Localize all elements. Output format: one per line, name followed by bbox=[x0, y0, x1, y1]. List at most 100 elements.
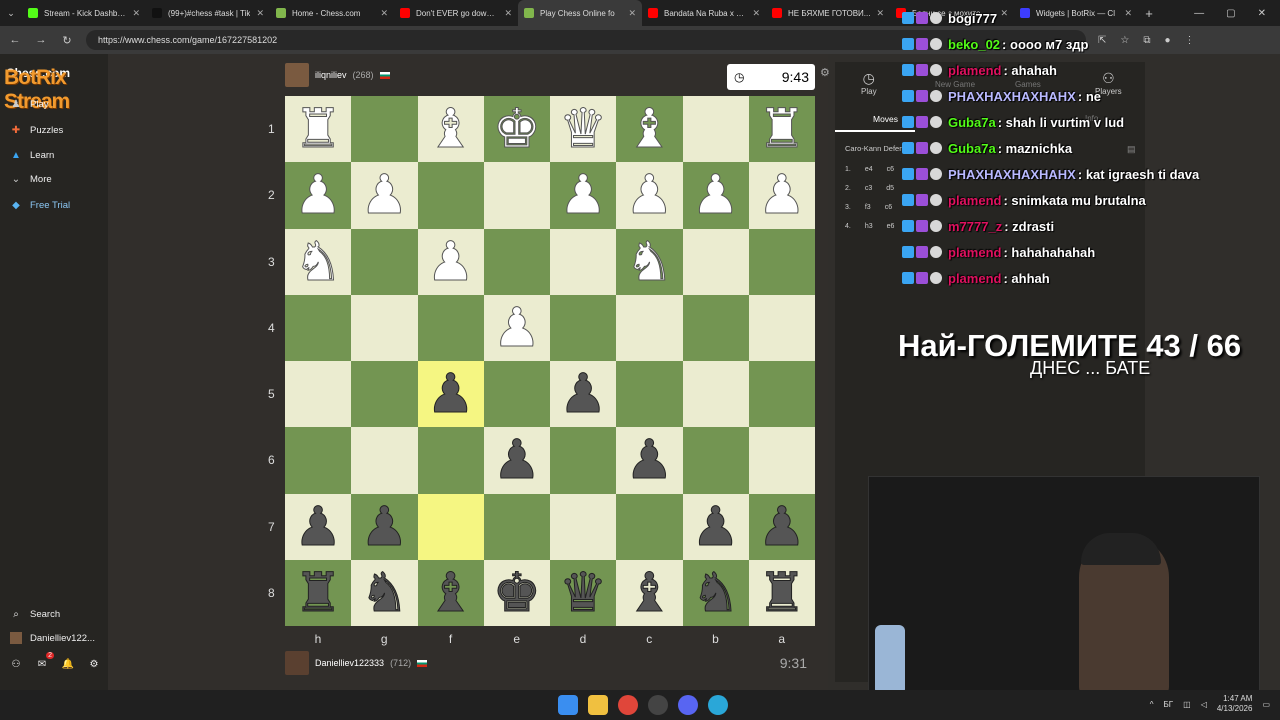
move-black[interactable]: e6 bbox=[887, 223, 895, 230]
board-square[interactable]: ♟ bbox=[748, 162, 815, 229]
board-square[interactable]: ♜ bbox=[285, 96, 352, 163]
menu-icon[interactable]: ⋮ bbox=[1185, 35, 1195, 46]
black-pawn-piece[interactable]: ♟ bbox=[757, 499, 806, 554]
browser-icon[interactable] bbox=[708, 695, 728, 715]
board-square[interactable] bbox=[285, 361, 352, 428]
move-black[interactable]: c6 bbox=[887, 166, 894, 173]
board-square[interactable]: ♟ bbox=[748, 493, 815, 560]
board-square[interactable]: ♞ bbox=[285, 228, 352, 295]
forward-icon[interactable]: → bbox=[34, 34, 48, 46]
board-settings-icon[interactable]: ⚙ bbox=[820, 66, 830, 79]
board-square[interactable] bbox=[351, 294, 418, 361]
discord-icon[interactable] bbox=[678, 695, 698, 715]
search-item[interactable]: ⌕ Search bbox=[10, 608, 60, 620]
sidebar-item-learn[interactable]: ▲ Learn bbox=[10, 149, 54, 161]
board-square[interactable] bbox=[682, 96, 749, 163]
board-square[interactable] bbox=[351, 427, 418, 494]
close-window-icon[interactable]: ✕ bbox=[1258, 8, 1266, 19]
tray-arrow-icon[interactable]: ^ bbox=[1150, 700, 1154, 709]
black-pawn-piece[interactable]: ♟ bbox=[625, 433, 674, 488]
move-white[interactable]: e4 bbox=[865, 166, 873, 173]
obs-icon[interactable] bbox=[648, 695, 668, 715]
board-square[interactable]: ♛ bbox=[550, 96, 617, 163]
profile-icon[interactable]: ● bbox=[1165, 35, 1171, 46]
white-king-piece[interactable]: ♚ bbox=[492, 102, 541, 157]
white-rook-piece[interactable]: ♜ bbox=[757, 102, 806, 157]
board-square[interactable]: ♟ bbox=[285, 162, 352, 229]
white-queen-piece[interactable]: ♛ bbox=[558, 102, 607, 157]
black-pawn-piece[interactable]: ♟ bbox=[691, 499, 740, 554]
notifications-icon[interactable]: ▭ bbox=[1262, 700, 1270, 709]
sidebar-item-free-trial[interactable]: ◆ Free Trial bbox=[10, 199, 70, 211]
board-square[interactable]: ♟ bbox=[483, 427, 550, 494]
close-tab-icon[interactable]: ✕ bbox=[504, 8, 512, 19]
board-square[interactable]: ♚ bbox=[483, 559, 550, 626]
board-square[interactable]: ♞ bbox=[616, 228, 683, 295]
new-tab-button[interactable]: + bbox=[1138, 6, 1160, 21]
browser-tab[interactable]: Widgets | BotRix — Cl ✕ bbox=[1014, 0, 1138, 26]
white-pawn-piece[interactable]: ♟ bbox=[293, 168, 342, 223]
language-indicator[interactable]: БГ bbox=[1164, 700, 1174, 709]
browser-tab[interactable]: Home - Chess.com ✕ bbox=[270, 0, 394, 26]
extensions-icon[interactable]: ⧉ bbox=[1143, 35, 1150, 46]
board-square[interactable] bbox=[483, 493, 550, 560]
chess-board[interactable]: ♜ ♝ ♚ ♛ ♝ ♜ ♟ ♟ ♟ ♟ ♟ ♟ ♞ ♟ ♞ ♟ ♟ ♟ ♟ ♟ ♟ ♟ ♟ ♟ ♜ ♞ ♝ ♚ ♛ ♝ ♞ ♜ bbox=[285, 96, 815, 626]
close-tab-icon[interactable]: ✕ bbox=[1000, 8, 1008, 19]
board-square[interactable]: ♝ bbox=[616, 559, 683, 626]
messages-icon[interactable]: ✉ 2 bbox=[36, 652, 54, 670]
board-square[interactable] bbox=[616, 493, 683, 560]
white-knight-piece[interactable]: ♞ bbox=[293, 234, 342, 289]
board-square[interactable]: ♟ bbox=[682, 162, 749, 229]
sidebar-item-play[interactable]: ♟ Play bbox=[10, 98, 49, 110]
copy-pgn-icon[interactable]: ▤ bbox=[1127, 144, 1136, 155]
board-square[interactable]: ♟ bbox=[351, 162, 418, 229]
network-icon[interactable]: ◫ bbox=[1183, 700, 1191, 709]
board-square[interactable] bbox=[550, 228, 617, 295]
board-square[interactable]: ♜ bbox=[285, 559, 352, 626]
black-rook-piece[interactable]: ♜ bbox=[293, 565, 342, 620]
browser-tab[interactable]: (99+)#chess #task | Tik ✕ bbox=[146, 0, 270, 26]
board-square[interactable] bbox=[417, 294, 484, 361]
back-icon[interactable]: ← bbox=[8, 34, 22, 46]
close-tab-icon[interactable]: ✕ bbox=[1124, 8, 1132, 19]
board-square[interactable] bbox=[616, 294, 683, 361]
close-tab-icon[interactable]: ✕ bbox=[380, 8, 388, 19]
open-in-app-icon[interactable]: ⇱ bbox=[1098, 35, 1106, 46]
white-pawn-piece[interactable]: ♟ bbox=[757, 168, 806, 223]
board-square[interactable] bbox=[417, 493, 484, 560]
close-tab-icon[interactable]: ✕ bbox=[132, 8, 140, 19]
board-square[interactable]: ♝ bbox=[417, 559, 484, 626]
black-bishop-piece[interactable]: ♝ bbox=[625, 565, 674, 620]
white-bishop-piece[interactable]: ♝ bbox=[625, 102, 674, 157]
board-square[interactable]: ♟ bbox=[351, 493, 418, 560]
browser-tab[interactable]: Bandata Na Ruba x Dim ✕ bbox=[642, 0, 766, 26]
close-tab-icon[interactable]: ✕ bbox=[256, 8, 264, 19]
file-explorer-icon[interactable] bbox=[588, 695, 608, 715]
board-square[interactable]: ♝ bbox=[616, 96, 683, 163]
board-square[interactable] bbox=[748, 228, 815, 295]
black-bishop-piece[interactable]: ♝ bbox=[426, 565, 475, 620]
white-pawn-piece[interactable]: ♟ bbox=[625, 168, 674, 223]
white-pawn-piece[interactable]: ♟ bbox=[360, 168, 409, 223]
black-king-piece[interactable]: ♚ bbox=[492, 565, 541, 620]
minimize-icon[interactable]: — bbox=[1194, 8, 1204, 19]
black-queen-piece[interactable]: ♛ bbox=[558, 565, 607, 620]
board-square[interactable]: ♟ bbox=[417, 361, 484, 428]
board-square[interactable] bbox=[351, 96, 418, 163]
white-pawn-piece[interactable]: ♟ bbox=[492, 300, 541, 355]
board-square[interactable]: ♟ bbox=[417, 228, 484, 295]
opponent-avatar[interactable] bbox=[285, 63, 309, 87]
settings-icon[interactable]: ⚙ bbox=[88, 658, 100, 670]
tab-play[interactable]: ◷ Play bbox=[861, 70, 877, 96]
board-square[interactable] bbox=[351, 361, 418, 428]
board-square[interactable]: ♜ bbox=[748, 559, 815, 626]
black-pawn-piece[interactable]: ♟ bbox=[558, 367, 607, 422]
reload-icon[interactable]: ↻ bbox=[60, 34, 74, 47]
move-white[interactable]: h3 bbox=[865, 223, 873, 230]
board-square[interactable] bbox=[483, 228, 550, 295]
board-square[interactable] bbox=[682, 228, 749, 295]
white-bishop-piece[interactable]: ♝ bbox=[426, 102, 475, 157]
chrome-icon[interactable] bbox=[618, 695, 638, 715]
board-square[interactable] bbox=[417, 162, 484, 229]
board-square[interactable]: ♟ bbox=[483, 294, 550, 361]
